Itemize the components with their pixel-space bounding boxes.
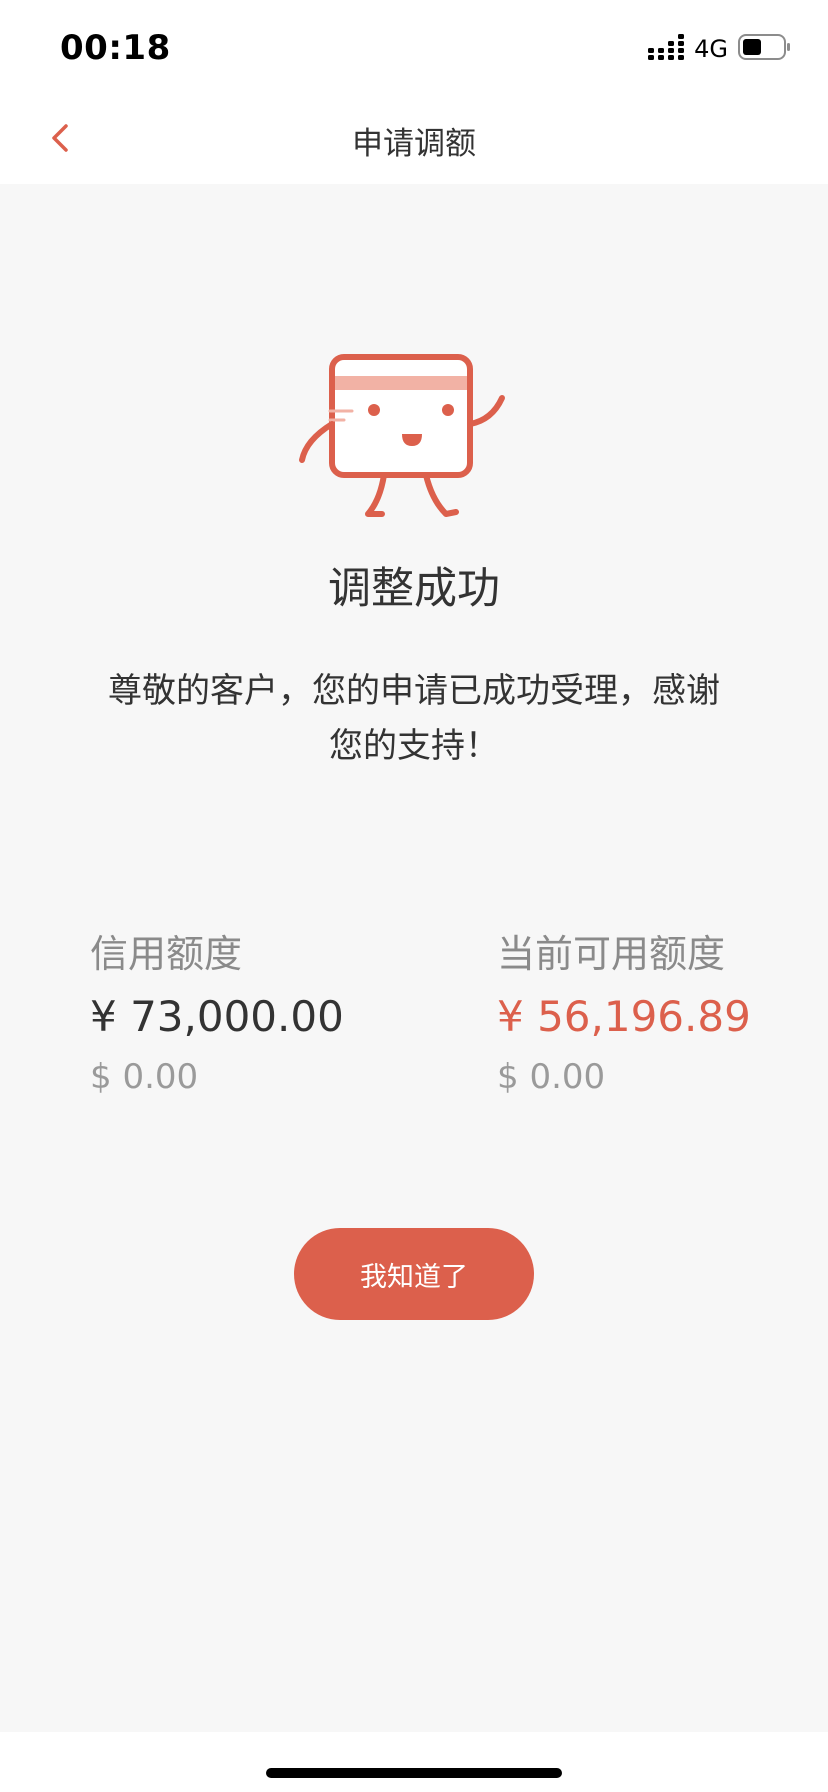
- bottom-area: [0, 1732, 828, 1792]
- credit-limit-block: 信用额度 ¥ 73,000.00 $ 0.00: [90, 929, 344, 1101]
- result-message: 尊敬的客户，您的申请已成功受理，感谢您的支持！: [108, 671, 720, 766]
- network-label: 4G: [694, 35, 728, 63]
- status-time: 00:18: [60, 28, 171, 68]
- credit-limit-usd: $ 0.00: [90, 1057, 199, 1097]
- home-indicator[interactable]: [266, 1768, 562, 1778]
- credit-limit-label: 信用额度: [90, 932, 243, 976]
- available-limit-block: 当前可用额度 ¥ 56,196.89 $ 0.00: [497, 929, 751, 1101]
- status-indicators: 4G: [648, 34, 792, 64]
- battery-icon: [738, 34, 792, 64]
- available-limit-cny: ¥ 56,196.89: [497, 992, 751, 1041]
- result-content: 调整成功 尊敬的客户，您的申请已成功受理，感谢您的支持！ 信用额度 ¥ 73,0…: [0, 184, 828, 1732]
- card-mascot-illustration: [296, 354, 532, 528]
- status-bar: 00:18 4G: [0, 0, 828, 96]
- available-limit-label: 当前可用额度: [497, 932, 726, 976]
- result-title: 调整成功: [328, 564, 500, 614]
- signal-icon: [648, 34, 685, 64]
- nav-bar: 申请调额: [0, 96, 828, 184]
- confirm-button[interactable]: 我知道了: [294, 1228, 534, 1320]
- page-title: 申请调额: [352, 126, 476, 162]
- credit-limit-cny: ¥ 73,000.00: [90, 992, 344, 1041]
- available-limit-usd: $ 0.00: [497, 1057, 606, 1097]
